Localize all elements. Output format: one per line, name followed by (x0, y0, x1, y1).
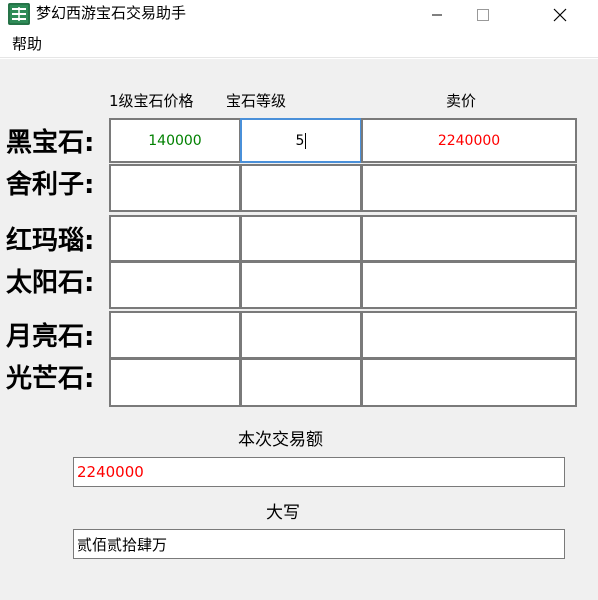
amount-label: 本次交易额 (238, 430, 323, 450)
level-input-sun-stone[interactable] (240, 261, 362, 309)
row-label-black-gem: 黑宝石: (6, 128, 95, 158)
price-input-sarira[interactable] (109, 164, 241, 212)
level-input-black-gem[interactable]: 5 (240, 118, 362, 163)
menu-help[interactable]: 帮助 (12, 35, 42, 53)
price-input-sun-stone[interactable] (109, 261, 241, 309)
sell-output-radiant-stone[interactable] (361, 358, 577, 407)
row-label-sun-stone: 太阳石: (6, 268, 95, 298)
amount-field[interactable]: 2240000 (73, 457, 565, 487)
level-input-moon-stone[interactable] (240, 311, 362, 359)
level-input-sarira[interactable] (240, 164, 362, 212)
capital-value: 贰佰贰拾肆万 (77, 535, 168, 554)
level-input-red-agate[interactable] (240, 215, 362, 262)
level-input-radiant-stone[interactable] (240, 358, 362, 407)
row-label-radiant-stone: 光芒石: (6, 364, 95, 394)
close-button[interactable] (537, 0, 583, 30)
title-bar: 梦幻西游宝石交易助手 (0, 0, 598, 30)
price-input-radiant-stone[interactable] (109, 358, 241, 407)
row-label-moon-stone: 月亮石: (6, 322, 95, 352)
sell-output-sarira[interactable] (361, 164, 577, 212)
minimize-button[interactable] (414, 0, 460, 30)
price-value: 140000 (148, 132, 202, 149)
sell-value: 2240000 (437, 132, 501, 149)
sell-output-black-gem[interactable]: 2240000 (361, 118, 577, 163)
menu-bar: 帮助 (0, 30, 598, 58)
capital-label: 大写 (266, 503, 300, 523)
capital-field[interactable]: 贰佰贰拾肆万 (73, 529, 565, 559)
price-input-black-gem[interactable]: 140000 (109, 118, 241, 163)
text-caret (305, 132, 307, 149)
app-icon (8, 3, 30, 25)
maximize-button[interactable] (460, 0, 506, 30)
sell-output-moon-stone[interactable] (361, 311, 577, 359)
column-header-sell: 卖价 (446, 92, 477, 110)
price-input-red-agate[interactable] (109, 215, 241, 262)
column-header-level: 宝石等级 (226, 92, 287, 110)
row-label-red-agate: 红玛瑙: (6, 226, 95, 256)
column-header-price: 1级宝石价格 (109, 92, 194, 110)
price-input-moon-stone[interactable] (109, 311, 241, 359)
row-label-sarira: 舍利子: (6, 170, 95, 200)
level-value: 5 (295, 132, 305, 149)
sell-output-red-agate[interactable] (361, 215, 577, 262)
amount-value: 2240000 (77, 463, 144, 481)
window-title: 梦幻西游宝石交易助手 (36, 4, 187, 22)
sell-output-sun-stone[interactable] (361, 261, 577, 309)
